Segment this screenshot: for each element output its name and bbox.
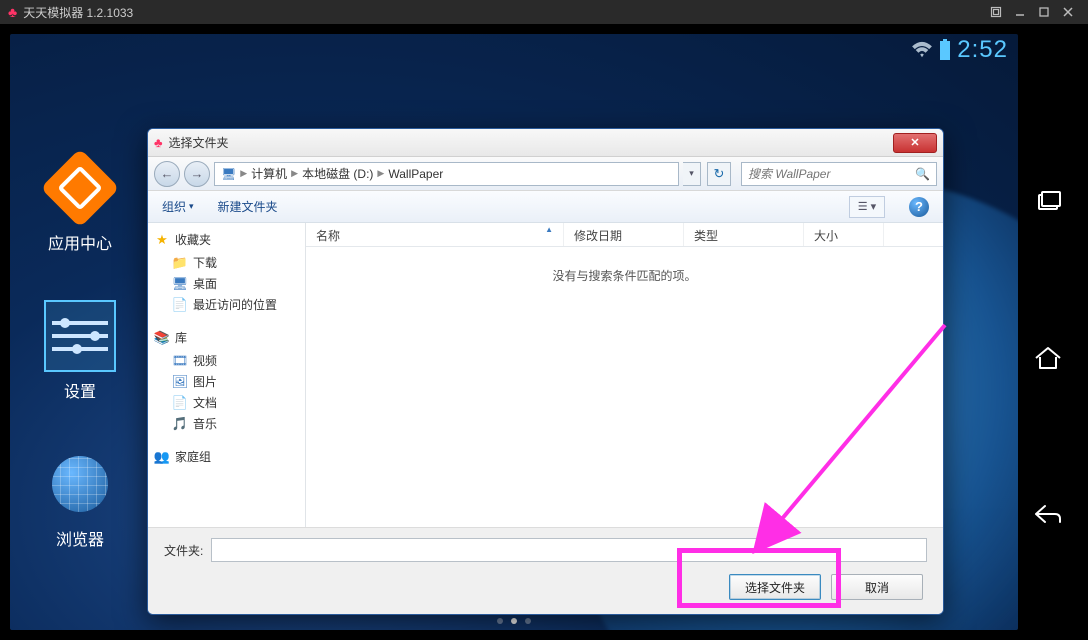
nav-back-button[interactable] xyxy=(1030,496,1066,532)
emulator-logo-icon: ♣ xyxy=(8,4,17,20)
battery-icon xyxy=(939,39,951,61)
cancel-button[interactable]: 取消 xyxy=(831,574,923,600)
breadcrumb-segment[interactable]: 本地磁盘 (D:) xyxy=(302,165,373,182)
settings-icon xyxy=(52,316,108,356)
tree-homegroup[interactable]: 👥家庭组 xyxy=(154,448,299,465)
tree-item-videos[interactable]: 🎞视频 xyxy=(154,350,299,371)
pictures-icon: 🖼 xyxy=(172,374,188,390)
video-icon: 🎞 xyxy=(172,353,188,369)
clock: 2:52 xyxy=(957,36,1008,64)
select-folder-button[interactable]: 选择文件夹 xyxy=(729,574,821,600)
wifi-icon xyxy=(911,41,933,59)
folder-icon: 📁 xyxy=(172,255,188,271)
dialog-app-icon: ♣ xyxy=(154,135,163,150)
emulator-title: 天天模拟器 1.2.1033 xyxy=(23,4,133,21)
dialog-nav: ← → 🖥 ▶ 计算机 ▶ 本地磁盘 (D:) ▶ WallPaper ▾ ↻ … xyxy=(148,157,943,191)
home-label: 应用中心 xyxy=(48,230,112,254)
home-app-browser[interactable]: 浏览器 xyxy=(35,450,125,550)
nav-tree: ★收藏夹 📁下载 🖥桌面 📄最近访问的位置 📚库 🎞视频 🖼图片 📄文档 🎵音乐 xyxy=(148,223,306,527)
view-mode-button[interactable]: ☰ ▾ xyxy=(849,196,885,218)
home-label: 浏览器 xyxy=(56,526,104,550)
col-type[interactable]: 类型 xyxy=(684,223,804,246)
home-app-appcenter[interactable]: 应用中心 xyxy=(35,154,125,254)
nav-recent-button[interactable] xyxy=(1030,184,1066,220)
emulator-minimize-button[interactable] xyxy=(1008,2,1032,22)
tree-item-music[interactable]: 🎵音乐 xyxy=(154,413,299,434)
dialog-close-button[interactable]: ✕ xyxy=(893,133,937,153)
documents-icon: 📄 xyxy=(172,395,188,411)
home-app-settings[interactable]: 设置 xyxy=(35,302,125,402)
emulator-close-button[interactable] xyxy=(1056,2,1080,22)
dialog-title: 选择文件夹 xyxy=(169,134,229,151)
sort-indicator-icon: ▲ xyxy=(545,225,553,240)
col-date[interactable]: 修改日期 xyxy=(564,223,684,246)
breadcrumb-segment[interactable]: 计算机 xyxy=(251,165,287,182)
tree-item-pictures[interactable]: 🖼图片 xyxy=(154,371,299,392)
recent-icon: 📄 xyxy=(172,297,188,313)
tree-item-desktop[interactable]: 🖥桌面 xyxy=(154,273,299,294)
android-statusbar: 2:52 xyxy=(901,34,1018,66)
dialog-footer: 文件夹: 选择文件夹 取消 xyxy=(148,527,943,614)
computer-icon: 🖥 xyxy=(221,167,236,181)
col-size[interactable]: 大小 xyxy=(804,223,884,246)
column-headers[interactable]: 名称▲ 修改日期 类型 大小 xyxy=(306,223,943,247)
homegroup-icon: 👥 xyxy=(154,449,170,465)
address-dropdown[interactable]: ▾ xyxy=(683,162,701,186)
search-box[interactable]: 🔍 xyxy=(741,162,937,186)
dialog-titlebar[interactable]: ♣ 选择文件夹 ✕ xyxy=(148,129,943,157)
star-icon: ★ xyxy=(154,232,170,248)
folder-label: 文件夹: xyxy=(164,542,203,559)
desktop-icon: 🖥 xyxy=(172,276,188,292)
new-folder-button[interactable]: 新建文件夹 xyxy=(218,198,278,215)
emulator-titlebar: ♣ 天天模拟器 1.2.1033 xyxy=(0,0,1088,24)
empty-message: 没有与搜索条件匹配的项。 xyxy=(306,247,943,527)
search-input[interactable] xyxy=(748,167,915,181)
help-button[interactable]: ? xyxy=(909,197,929,217)
breadcrumb-segment[interactable]: WallPaper xyxy=(388,167,443,181)
nav-forward-button[interactable]: → xyxy=(184,161,210,187)
col-name[interactable]: 名称▲ xyxy=(306,223,564,246)
address-bar[interactable]: 🖥 ▶ 计算机 ▶ 本地磁盘 (D:) ▶ WallPaper xyxy=(214,162,679,186)
folder-input[interactable] xyxy=(211,538,927,562)
emulator-maximize-button[interactable] xyxy=(1032,2,1056,22)
tree-libraries[interactable]: 📚库 xyxy=(154,329,299,346)
android-navbar xyxy=(1018,34,1078,630)
browser-icon xyxy=(52,456,108,512)
page-indicator xyxy=(497,618,531,624)
emulator-dock-button[interactable] xyxy=(984,2,1008,22)
tree-favorites[interactable]: ★收藏夹 xyxy=(154,231,299,248)
music-icon: 🎵 xyxy=(172,416,188,432)
search-icon: 🔍 xyxy=(915,167,930,181)
file-list: 名称▲ 修改日期 类型 大小 没有与搜索条件匹配的项。 xyxy=(306,223,943,527)
nav-home-button[interactable] xyxy=(1030,340,1066,376)
refresh-button[interactable]: ↻ xyxy=(707,162,731,186)
tree-item-recent[interactable]: 📄最近访问的位置 xyxy=(154,294,299,315)
tree-item-documents[interactable]: 📄文档 xyxy=(154,392,299,413)
android-screen: 2:52 应用中心 设置 浏览器 ♣ 选择文件夹 xyxy=(10,34,1018,630)
folder-dialog: ♣ 选择文件夹 ✕ ← → 🖥 ▶ 计算机 ▶ 本地磁盘 (D:) ▶ Wall… xyxy=(147,128,944,615)
appcenter-icon xyxy=(40,148,119,227)
library-icon: 📚 xyxy=(154,330,170,346)
organize-menu[interactable]: 组织 ▾ xyxy=(162,198,194,215)
home-label: 设置 xyxy=(64,378,96,402)
tree-item-downloads[interactable]: 📁下载 xyxy=(154,252,299,273)
nav-back-button[interactable]: ← xyxy=(154,161,180,187)
dialog-toolbar: 组织 ▾ 新建文件夹 ☰ ▾ ? xyxy=(148,191,943,223)
